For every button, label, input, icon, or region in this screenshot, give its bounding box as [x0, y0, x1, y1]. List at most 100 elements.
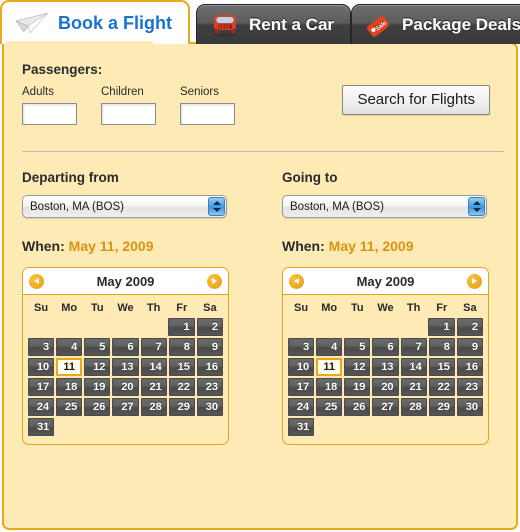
prev-month-icon[interactable]: [29, 273, 44, 289]
calendar-day-9[interactable]: 9: [196, 338, 223, 356]
weekday-label-th: Th: [146, 302, 161, 314]
calendar-day-19[interactable]: 19: [344, 378, 371, 396]
calendar-day-26[interactable]: 26: [344, 398, 371, 416]
calendar-day-30[interactable]: 30: [196, 398, 223, 416]
next-month-icon[interactable]: [466, 273, 482, 289]
arriving-when-date: May 11, 2009: [328, 238, 414, 254]
calendar-day-5[interactable]: 5: [84, 338, 111, 356]
calendar-day-2[interactable]: 2: [196, 318, 223, 336]
calendar-day-21[interactable]: 21: [400, 378, 427, 396]
seniors-group: Seniors: [180, 86, 235, 125]
chevron-updown-icon[interactable]: [208, 197, 225, 216]
prev-month-icon[interactable]: [289, 273, 304, 289]
calendar-day-17[interactable]: 17: [288, 378, 315, 396]
calendar-empty-cell: [84, 318, 110, 336]
tab-package-deals[interactable]: Sale Package Deals: [351, 4, 520, 44]
calendar-week-row: 31: [287, 418, 484, 436]
calendar-day-18[interactable]: 18: [56, 378, 83, 396]
calendar-day-28[interactable]: 28: [400, 398, 427, 416]
calendar-day-6[interactable]: 6: [112, 338, 139, 356]
calendar-day-8[interactable]: 8: [168, 338, 195, 356]
calendar-day-13[interactable]: 13: [112, 358, 139, 376]
calendar-day-29[interactable]: 29: [428, 398, 455, 416]
weekday-label-th: Th: [406, 302, 421, 314]
weekday-label-tu: Tu: [91, 302, 104, 314]
chevron-updown-icon[interactable]: [468, 197, 485, 216]
car-icon: [213, 14, 237, 37]
calendar-day-30[interactable]: 30: [456, 398, 483, 416]
departing-column: Departing from Boston, MA (BOS) When: Ma…: [22, 170, 237, 445]
arriving-when-label: When:: [282, 238, 325, 254]
calendar-day-24[interactable]: 24: [288, 398, 315, 416]
calendar-day-20[interactable]: 20: [372, 378, 399, 396]
calendar-week-row: 3456789: [287, 338, 484, 356]
calendar-month-title: May 2009: [356, 273, 415, 289]
calendar-day-1[interactable]: 1: [428, 318, 455, 336]
calendar-day-7[interactable]: 7: [140, 338, 167, 356]
calendar-day-14[interactable]: 14: [400, 358, 427, 376]
calendar-day-29[interactable]: 29: [168, 398, 195, 416]
calendar-day-23[interactable]: 23: [196, 378, 223, 396]
calendar-day-23[interactable]: 23: [456, 378, 483, 396]
calendar-day-27[interactable]: 27: [112, 398, 139, 416]
tab-rent-a-car[interactable]: Rent a Car: [196, 4, 352, 44]
calendar-day-22[interactable]: 22: [428, 378, 455, 396]
calendar-day-4[interactable]: 4: [316, 338, 343, 356]
calendar-day-9[interactable]: 9: [456, 338, 483, 356]
arriving-select-value: Boston, MA (BOS): [282, 195, 487, 218]
calendar-day-12[interactable]: 12: [344, 358, 371, 376]
calendar-day-12[interactable]: 12: [84, 358, 111, 376]
calendar-day-26[interactable]: 26: [84, 398, 111, 416]
departing-select[interactable]: Boston, MA (BOS): [22, 195, 227, 218]
calendar-day-16[interactable]: 16: [456, 358, 484, 376]
calendar-day-20[interactable]: 20: [112, 378, 139, 396]
calendar-day-25[interactable]: 25: [56, 398, 83, 416]
calendar-day-6[interactable]: 6: [372, 338, 399, 356]
calendar-day-15[interactable]: 15: [168, 358, 195, 376]
children-label: Children: [101, 86, 144, 98]
calendar-week-row: 17 18 19 20 21 22 23: [27, 378, 224, 396]
seniors-input[interactable]: [180, 103, 235, 125]
calendar-day-21[interactable]: 21: [140, 378, 167, 396]
calendar-day-7[interactable]: 7: [400, 338, 427, 356]
calendar-day-13[interactable]: 13: [372, 358, 399, 376]
calendar-day-8[interactable]: 8: [428, 338, 455, 356]
calendar-day-25[interactable]: 25: [316, 398, 343, 416]
calendar-day-10[interactable]: 10: [28, 358, 55, 376]
calendar-day-3[interactable]: 3: [288, 338, 315, 356]
calendar-day-18[interactable]: 18: [316, 378, 343, 396]
travel-booking-widget: Book a Flight Rent a Car Sale Package De…: [0, 0, 520, 532]
calendar-week-row: 12: [287, 318, 484, 336]
calendar-day-2[interactable]: 2: [456, 318, 483, 336]
departing-calendar: May 2009 Su Mo Tu We Th Fr Sa 1 2 3 4 5 6 7 8 9 10 11 12 13…: [22, 267, 229, 445]
calendar-day-14[interactable]: 14: [140, 358, 167, 376]
calendar-day-5[interactable]: 5: [344, 338, 371, 356]
calendar-day-11[interactable]: 11: [56, 358, 83, 376]
calendar-day-22[interactable]: 22: [168, 378, 195, 396]
calendar-day-31[interactable]: 31: [28, 418, 55, 436]
calendar-week-row: 24 25 26 27 28 29 30: [27, 398, 224, 416]
adults-input[interactable]: [22, 103, 77, 125]
calendar-day-24[interactable]: 24: [28, 398, 55, 416]
calendar-day-16[interactable]: 16: [196, 358, 224, 376]
passengers-title: Passengers:: [22, 62, 103, 77]
calendar-day-15[interactable]: 15: [428, 358, 455, 376]
arriving-select[interactable]: Boston, MA (BOS): [282, 195, 487, 218]
arriving-calendar: May 2009 Su Mo Tu We Th Fr Sa 1 2 3 4 5 6 7 8 9 10 11 12 13…: [282, 267, 489, 445]
calendar-day-19[interactable]: 19: [84, 378, 111, 396]
calendar-day-31[interactable]: 31: [288, 418, 315, 436]
calendar-day-4[interactable]: 4: [56, 338, 83, 356]
calendar-day-10[interactable]: 10: [288, 358, 315, 376]
tab-book-a-flight[interactable]: Book a Flight: [0, 0, 190, 44]
search-for-flights-button[interactable]: Search for Flights: [342, 85, 490, 115]
sale-tag-icon: Sale: [367, 15, 389, 37]
next-month-icon[interactable]: [206, 273, 222, 289]
children-input[interactable]: [101, 103, 156, 125]
calendar-day-28[interactable]: 28: [140, 398, 167, 416]
active-tab-seam: [6, 41, 153, 45]
calendar-day-1[interactable]: 1: [168, 318, 195, 336]
calendar-day-17[interactable]: 17: [28, 378, 55, 396]
calendar-day-27[interactable]: 27: [372, 398, 399, 416]
calendar-day-3[interactable]: 3: [28, 338, 55, 356]
calendar-day-11[interactable]: 11: [316, 358, 343, 376]
